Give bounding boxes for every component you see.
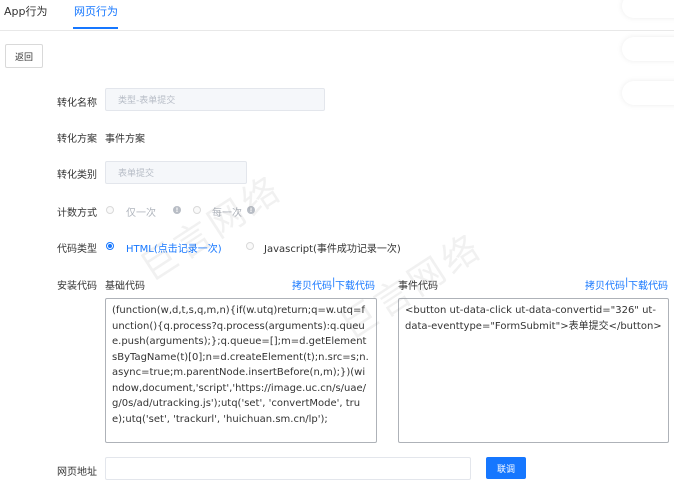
count-every-label: 每一次 bbox=[212, 208, 242, 219]
page-url-label: 网页地址 bbox=[57, 467, 97, 478]
side-floating-card bbox=[622, 37, 674, 61]
base-copy-code-link[interactable]: 拷贝代码 bbox=[292, 277, 332, 292]
info-icon: ! bbox=[173, 206, 181, 214]
conversion-category-input[interactable]: 表单提交 bbox=[105, 161, 247, 184]
event-copy-code-link[interactable]: 拷贝代码 bbox=[585, 277, 625, 292]
event-download-code-link[interactable]: 下载代码 bbox=[628, 277, 668, 292]
event-code-textarea[interactable]: <button ut-data-click ut-data-convertid=… bbox=[398, 298, 669, 443]
side-floating-card bbox=[622, 0, 674, 18]
conversion-name-label: 转化名称 bbox=[57, 98, 97, 109]
base-download-code-link[interactable]: 下载代码 bbox=[335, 277, 375, 292]
code-type-js-radio[interactable] bbox=[246, 242, 254, 250]
side-floating-card bbox=[622, 81, 674, 105]
conversion-scheme-label: 转化方案 bbox=[57, 134, 97, 145]
count-every-radio[interactable] bbox=[193, 206, 201, 214]
base-code-title: 基础代码 bbox=[105, 281, 145, 292]
tab-app-behavior[interactable]: App行为 bbox=[4, 3, 48, 19]
tab-web-behavior[interactable]: 网页行为 bbox=[74, 3, 118, 19]
conversion-name-placeholder: 类型-表单提交 bbox=[118, 96, 176, 106]
code-type-html-radio[interactable] bbox=[106, 242, 114, 250]
code-type-js-label: Javascript(事件成功记录一次) bbox=[264, 244, 401, 255]
code-type-html-label: HTML(点击记录一次) bbox=[126, 244, 222, 255]
base-code-textarea[interactable]: (function(w,d,t,s,q,m,n){if(w.utq)return… bbox=[105, 298, 377, 443]
conversion-scheme-value: 事件方案 bbox=[105, 134, 145, 145]
tab-bar: App行为 网页行为 bbox=[0, 0, 674, 31]
count-once-radio[interactable] bbox=[106, 206, 114, 214]
count-once-label: 仅一次 bbox=[126, 208, 156, 219]
back-button[interactable]: 返回 bbox=[5, 44, 43, 68]
info-icon: ! bbox=[247, 206, 255, 214]
conversion-category-label: 转化类别 bbox=[57, 170, 97, 181]
debug-button[interactable]: 联调 bbox=[486, 457, 526, 479]
install-code-label: 安装代码 bbox=[57, 281, 97, 292]
conversion-name-input[interactable]: 类型-表单提交 bbox=[105, 88, 325, 111]
conversion-category-placeholder: 表单提交 bbox=[118, 169, 155, 179]
code-type-label: 代码类型 bbox=[57, 244, 97, 255]
event-code-title: 事件代码 bbox=[398, 281, 438, 292]
page-url-input[interactable] bbox=[105, 457, 471, 480]
count-method-label: 计数方式 bbox=[57, 208, 97, 219]
active-tab-indicator bbox=[73, 27, 118, 29]
